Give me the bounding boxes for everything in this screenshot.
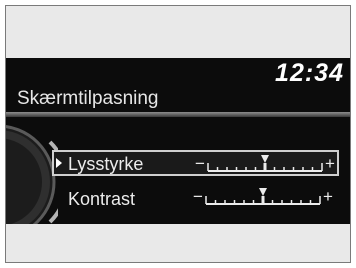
setting-label: Kontrast (68, 189, 136, 209)
interface-dial-icon (6, 125, 58, 224)
selection-pointer-icon (56, 158, 62, 168)
increase-symbol: + (323, 187, 333, 206)
decrease-symbol: − (195, 154, 205, 173)
level-marker-icon (259, 188, 267, 204)
setting-label: Lysstyrke (68, 154, 144, 174)
title-divider (6, 112, 350, 117)
clock: 12:34 (275, 59, 344, 87)
level-marker-icon (261, 155, 269, 171)
setting-row-brightness[interactable]: Lysstyrke − + (52, 150, 339, 176)
contrast-slider[interactable]: − + (193, 187, 337, 209)
increase-symbol: + (325, 154, 335, 173)
screen-title: Skærmtilpasning (17, 88, 159, 109)
display-frame: 12:34 Skærmtilpasning Lysstyrke − + Kont… (5, 5, 351, 263)
audio-display-screen: 12:34 Skærmtilpasning Lysstyrke − + Kont… (6, 58, 350, 224)
setting-row-contrast[interactable]: Kontrast − + (52, 185, 339, 211)
brightness-slider[interactable]: − + (195, 154, 339, 176)
decrease-symbol: − (193, 187, 203, 206)
